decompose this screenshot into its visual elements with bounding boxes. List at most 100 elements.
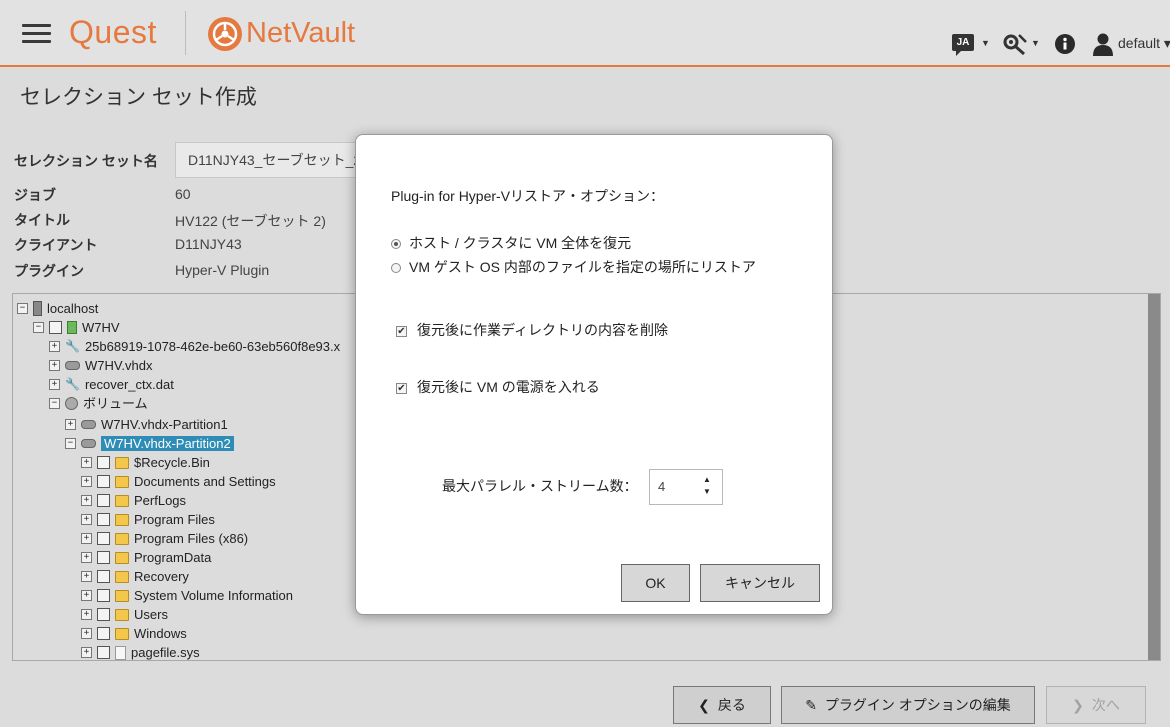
tree-node-folder[interactable]: + ProgramData [81,547,211,566]
expand-icon[interactable]: + [81,628,92,640]
quest-logo: Quest [69,14,157,50]
radio-restore-full-vm[interactable]: ホスト / クラスタに VM 全体を復元 [391,233,631,253]
collapse-icon[interactable]: − [49,398,60,410]
chevron-down-icon: ▼ [1031,38,1040,48]
language-selector[interactable]: JA [952,34,974,56]
folder-icon [115,551,129,564]
expand-icon[interactable]: + [81,514,92,526]
tree-checkbox[interactable] [97,589,110,603]
menu-icon[interactable] [22,24,51,44]
tree-checkbox[interactable] [97,513,110,527]
page-title: セレクション セット作成 [20,86,257,109]
tree-node-folder[interactable]: + Recovery [81,566,189,585]
expand-icon[interactable]: + [81,590,92,602]
expand-icon[interactable]: + [49,360,60,372]
expand-icon[interactable]: + [81,457,92,469]
parallel-streams-input[interactable]: 4 ▲ ▼ [649,469,723,505]
tree-node-folder[interactable]: + Users [81,604,168,623]
tree-checkbox[interactable] [97,532,110,546]
restore-options-dialog: Plug-in for Hyper-Vリストア・オプション： ホスト / クラス… [355,134,833,615]
chevron-down-icon: ▼ [981,38,990,48]
user-menu[interactable]: default ▾ [1118,35,1170,52]
folder-icon [115,532,129,545]
radio-unselected-icon[interactable] [391,263,401,274]
tree-node-folder[interactable]: + Documents and Settings [81,471,276,490]
expand-icon[interactable]: + [81,647,92,659]
folder-icon [115,456,129,469]
folder-icon [115,627,129,640]
folder-icon [115,513,129,526]
folder-icon [115,570,129,583]
tree-node-folder[interactable]: + System Volume Information [81,585,293,604]
tree-node-folder[interactable]: + Windows [81,623,187,642]
title-value: HV122 (セーブセット 2) [175,213,326,229]
tree-checkbox[interactable] [97,646,110,660]
radio-restore-guest-files[interactable]: VM ゲスト OS 内部のファイルを指定の場所にリストア [391,257,756,277]
tree-node-folder[interactable]: + $Recycle.Bin [81,452,210,471]
tree-node-folder[interactable]: + Program Files (x86) [81,528,248,547]
netvault-logo-text: NetVault [246,17,356,49]
next-button[interactable]: ❯ 次へ [1046,686,1146,724]
chevron-left-icon: ❮ [698,696,710,713]
folder-icon [115,494,129,507]
stepper-arrows-icon[interactable]: ▲ ▼ [702,474,712,498]
expand-icon[interactable]: + [81,533,92,545]
chevron-right-icon: ❯ [1072,696,1084,713]
file-icon [115,645,126,660]
checkmark-icon[interactable]: ✔ [396,382,407,394]
tree-node-partition2[interactable]: − W7HV.vhdx-Partition2 [65,433,234,452]
expand-icon[interactable]: + [81,495,92,507]
cancel-button[interactable]: キャンセル [700,564,820,602]
user-icon[interactable] [1093,32,1113,56]
volumes-icon [65,397,78,411]
radio-selected-icon[interactable] [391,239,401,250]
tree-node-vhdx[interactable]: + W7HV.vhdx [49,355,152,374]
logo-divider [185,11,186,55]
tools-icon[interactable] [1002,33,1028,55]
partition-icon [81,420,96,430]
edit-icon: ✎ [805,696,817,713]
checkmark-icon[interactable]: ✔ [396,325,407,337]
expand-icon[interactable]: + [81,552,92,564]
ok-button[interactable]: OK [621,564,690,602]
tree-checkbox[interactable] [97,570,110,584]
checkbox-delete-working-dir[interactable]: ✔ 復元後に作業ディレクトリの内容を削除 [396,320,668,340]
expand-icon[interactable]: + [49,341,60,353]
expand-icon[interactable]: + [49,379,60,391]
tree-node-volumes[interactable]: − ボリューム [49,393,148,412]
back-button[interactable]: ❮ 戻る [673,686,771,724]
tree-node-folder[interactable]: + PerfLogs [81,490,186,509]
tree-checkbox[interactable] [97,456,110,470]
plugin-value: Hyper-V Plugin [175,262,270,278]
expand-icon[interactable]: + [81,609,92,621]
edit-plugin-options-button[interactable]: ✎ プラグイン オプションの編集 [781,686,1035,724]
expand-icon[interactable]: + [65,419,76,431]
app-header: Quest NetVault JA ▼ ▼ default ▾ [0,0,1170,67]
collapse-icon[interactable]: − [17,303,28,315]
tree-node-localhost[interactable]: − localhost [17,298,98,317]
tree-checkbox[interactable] [97,494,110,508]
tree-checkbox[interactable] [97,475,110,489]
wrench-icon: 🔧 [65,339,80,354]
collapse-icon[interactable]: − [33,322,44,334]
collapse-icon[interactable]: − [65,438,76,450]
checkbox-power-on-vm[interactable]: ✔ 復元後に VM の電源を入れる [396,377,600,397]
tree-checkbox[interactable] [97,551,110,565]
info-icon[interactable] [1055,34,1075,54]
tree-node-file[interactable]: + pagefile.sys [81,642,200,660]
set-name-input[interactable]: D11NJY43_セーブセット_2 [175,142,375,178]
tree-checkbox[interactable] [97,608,110,622]
vm-icon [67,321,77,335]
folder-icon [115,608,129,621]
tree-checkbox[interactable] [49,321,62,335]
expand-icon[interactable]: + [81,571,92,583]
tree-node-vm[interactable]: − W7HV [33,317,120,336]
tree-node-partition1[interactable]: + W7HV.vhdx-Partition1 [65,414,228,433]
tree-node-folder[interactable]: + Program Files [81,509,215,528]
tree-node-ctx[interactable]: + 🔧 recover_ctx.dat [49,374,174,393]
expand-icon[interactable]: + [81,476,92,488]
tree-checkbox[interactable] [97,627,110,641]
tree-node-config[interactable]: + 🔧 25b68919-1078-462e-be60-63eb560f8e93.x [49,336,340,355]
disk-icon [65,361,80,371]
tree-scrollbar[interactable] [1148,294,1160,660]
